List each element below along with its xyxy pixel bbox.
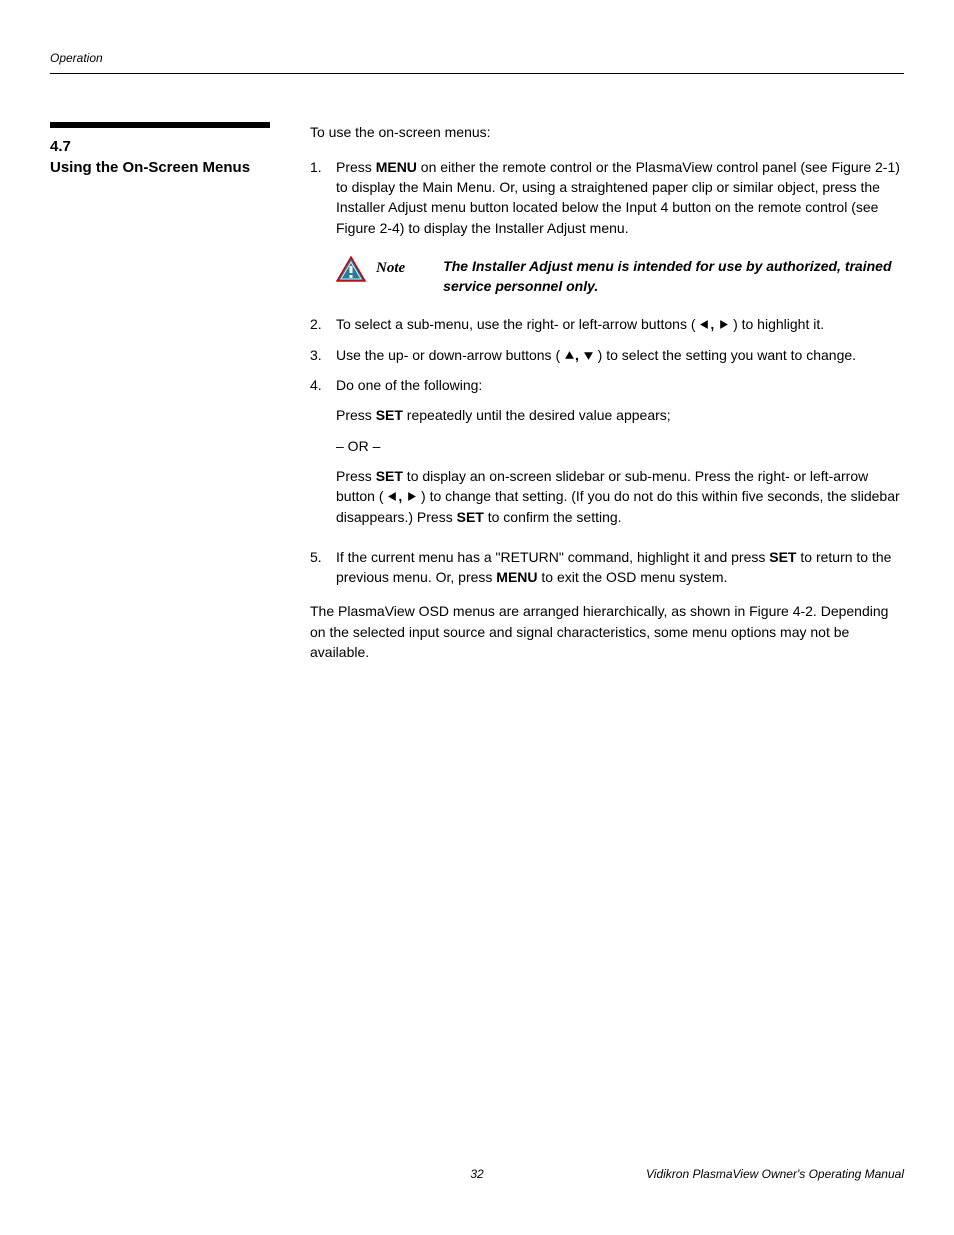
content: 4.7 Using the On-Screen Menus To use the… — [50, 122, 904, 662]
step-5: 5. If the current menu has a "RETURN" co… — [310, 547, 904, 588]
header-section: Operation — [50, 51, 103, 65]
step-4-p1: Press SET repeatedly until the desired v… — [336, 405, 904, 425]
step-2: 2. To select a sub-menu, use the right- … — [310, 314, 904, 334]
left-column: 4.7 Using the On-Screen Menus — [50, 122, 280, 662]
step-body: Use the up- or down-arrow buttons ( , ) … — [336, 345, 904, 365]
text: to exit the OSD menu system. — [538, 569, 728, 585]
step-1: 1. Press MENU on either the remote contr… — [310, 157, 904, 238]
note-block: Note The Installer Adjust menu is intend… — [336, 256, 904, 297]
step-4-or: – OR – — [336, 436, 904, 456]
text: repeatedly until the desired value appea… — [403, 407, 671, 423]
right-column: To use the on-screen menus: 1. Press MEN… — [310, 122, 904, 662]
steps-list-2: 2. To select a sub-menu, use the right- … — [310, 314, 904, 587]
sep: , — [575, 347, 583, 363]
section-number: 4.7 — [50, 136, 280, 158]
steps-list: 1. Press MENU on either the remote contr… — [310, 157, 904, 238]
set-bold: SET — [376, 468, 403, 484]
text: Use the up- or down-arrow buttons ( — [336, 347, 560, 363]
page-number: 32 — [470, 1166, 483, 1183]
sep: , — [710, 316, 718, 332]
arrow-right-icon — [406, 491, 417, 502]
text: ) to select the setting you want to chan… — [598, 347, 856, 363]
set-bold: SET — [376, 407, 403, 423]
text: ) to highlight it. — [733, 316, 824, 332]
note-text: The Installer Adjust menu is intended fo… — [443, 256, 904, 297]
menu-bold: MENU — [376, 159, 417, 175]
header-rule — [50, 73, 904, 74]
set-bold: SET — [457, 509, 484, 525]
text: Press — [336, 159, 376, 175]
note-label: Note — [376, 258, 405, 280]
footer-manual: Vidikron PlasmaView Owner's Operating Ma… — [646, 1166, 904, 1183]
text: Press — [336, 468, 376, 484]
sep: , — [398, 488, 406, 504]
section-title: Using the On-Screen Menus — [50, 158, 280, 178]
step-number: 4. — [310, 375, 336, 537]
intro-text: To use the on-screen menus: — [310, 122, 904, 142]
text: Do one of the following: — [336, 377, 482, 393]
arrow-right-icon — [718, 319, 729, 330]
step-body: Do one of the following: Press SET repea… — [336, 375, 904, 537]
arrow-left-icon — [699, 319, 710, 330]
arrow-down-icon — [583, 350, 594, 361]
text: To select a sub-menu, use the right- or … — [336, 316, 696, 332]
step-body: To select a sub-menu, use the right- or … — [336, 314, 904, 334]
text: Press — [336, 407, 376, 423]
step-number: 3. — [310, 345, 336, 365]
text: If the current menu has a "RETURN" comma… — [336, 549, 769, 565]
step-number: 1. — [310, 157, 336, 238]
arrow-left-icon — [387, 491, 398, 502]
closing-paragraph: The PlasmaView OSD menus are arranged hi… — [310, 601, 904, 662]
section-bar — [50, 122, 270, 128]
step-4: 4. Do one of the following: Press SET re… — [310, 375, 904, 537]
text: to confirm the setting. — [484, 509, 622, 525]
step-number: 5. — [310, 547, 336, 588]
step-body: Press MENU on either the remote control … — [336, 157, 904, 238]
arrow-up-icon — [564, 350, 575, 361]
step-4-p2: Press SET to display an on-screen slideb… — [336, 466, 904, 527]
note-icon-wrap: Note — [336, 256, 405, 282]
note-triangle-icon — [336, 256, 366, 282]
set-bold: SET — [769, 549, 796, 565]
step-number: 2. — [310, 314, 336, 334]
menu-bold: MENU — [496, 569, 537, 585]
footer: 32 Vidikron PlasmaView Owner's Operating… — [50, 1166, 904, 1183]
step-3: 3. Use the up- or down-arrow buttons ( ,… — [310, 345, 904, 365]
text: on either the remote control or the Plas… — [336, 159, 900, 236]
step-body: If the current menu has a "RETURN" comma… — [336, 547, 904, 588]
